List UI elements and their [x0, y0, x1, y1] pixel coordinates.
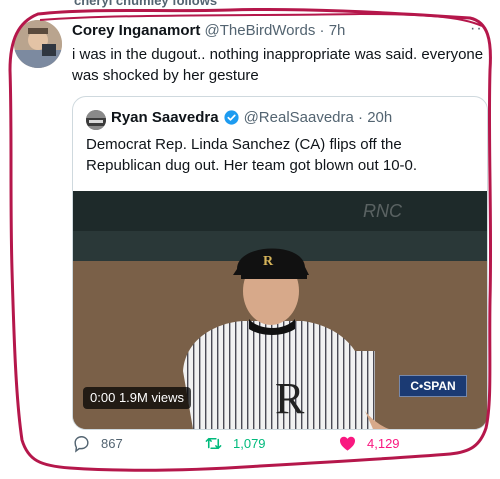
author-avatar[interactable] — [14, 20, 62, 68]
wall-text: RNC — [363, 201, 403, 221]
tweet-time[interactable]: 7h — [329, 22, 346, 39]
cspan-logo: C•SPAN — [399, 375, 467, 397]
quote-author-avatar[interactable] — [86, 110, 106, 130]
quote-text: Democrat Rep. Linda Sanchez (CA) flips o… — [86, 136, 418, 174]
quoted-tweet[interactable]: Ryan Saavedra @RealSaavedra · 20h Democr… — [72, 96, 488, 430]
tweet-text: i was in the dugout.. nothing inappropri… — [72, 46, 484, 84]
separator-dot: · — [353, 109, 368, 126]
retweet-count: 1,079 — [233, 436, 266, 451]
tweet-header: Corey Inganamort @TheBirdWords · 7h — [72, 22, 345, 39]
separator-dot: · — [319, 22, 325, 39]
reply-count: 867 — [101, 436, 123, 451]
video-time: 0:00 — [90, 390, 116, 405]
author-name[interactable]: Corey Inganamort — [72, 22, 200, 39]
quote-time[interactable]: 20h — [367, 109, 392, 126]
quote-avatar-photo — [86, 110, 106, 130]
action-bar: 867 1,079 4,129 — [72, 434, 486, 458]
like-button[interactable]: 4,129 — [338, 434, 400, 453]
svg-text:R: R — [275, 374, 305, 423]
retweet-icon — [205, 437, 222, 450]
quote-header: Ryan Saavedra @RealSaavedra · 20h — [111, 109, 392, 126]
like-icon — [339, 436, 356, 451]
retweet-button[interactable]: 1,079 — [204, 434, 266, 453]
video-player[interactable]: RNC R R C•SPAN 0:00 1.9M views — [73, 191, 487, 429]
reply-icon — [74, 436, 89, 453]
quote-author-name[interactable]: Ryan Saavedra — [111, 109, 219, 126]
avatar-photo — [14, 20, 62, 68]
like-count: 4,129 — [367, 436, 400, 451]
reply-button[interactable]: 867 — [72, 434, 123, 453]
quote-author-handle[interactable]: @RealSaavedra — [244, 109, 354, 126]
video-views: 1.9M views — [118, 390, 184, 405]
verified-badge-icon — [223, 110, 239, 125]
social-context: cheryl chumley follows — [74, 0, 218, 8]
author-handle[interactable]: @TheBirdWords — [205, 22, 316, 39]
svg-text:R: R — [263, 254, 274, 269]
video-timestamp-badge: 0:00 1.9M views — [83, 387, 191, 409]
more-icon[interactable]: ·· — [470, 20, 483, 38]
